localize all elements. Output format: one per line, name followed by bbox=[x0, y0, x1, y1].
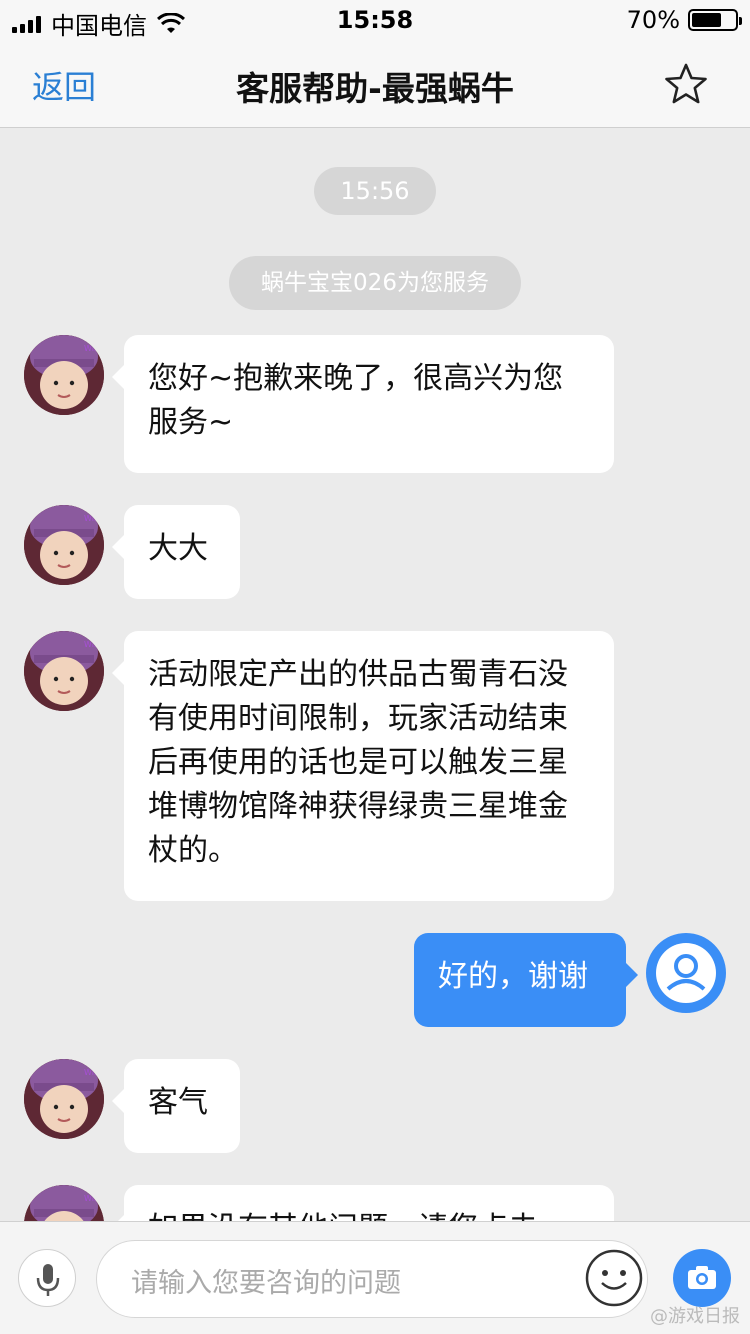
voice-button[interactable] bbox=[18, 1249, 76, 1307]
agent-avatar[interactable]: Wink bbox=[24, 1185, 104, 1221]
svg-text:Wink: Wink bbox=[84, 1068, 104, 1077]
message-text: 客气 bbox=[148, 1085, 208, 1120]
agent-message-bubble: 您好~抱歉来晚了，很高兴为您服务~ bbox=[112, 335, 614, 473]
agent-message-bubble: 客气 bbox=[112, 1059, 240, 1153]
agent-message-bubble: 大大 bbox=[112, 505, 240, 599]
star-outline-icon[interactable] bbox=[664, 62, 708, 106]
agent-avatar[interactable]: Wink bbox=[24, 631, 104, 711]
camera-button[interactable] bbox=[673, 1249, 731, 1307]
page-title: 客服帮助-最强蜗牛 bbox=[236, 69, 514, 108]
battery-icon bbox=[688, 9, 742, 31]
message-text: 您好~抱歉来晚了，很高兴为您服务~ bbox=[148, 361, 564, 440]
microphone-icon bbox=[36, 1264, 60, 1296]
battery-percent: 70% bbox=[626, 6, 680, 34]
timestamp-pill: 15:56 bbox=[314, 167, 436, 215]
svg-text:Wink: Wink bbox=[84, 514, 104, 523]
message-text: 好的，谢谢 bbox=[438, 959, 588, 994]
status-bar: 中国电信 15:58 70% bbox=[0, 0, 750, 40]
user-message-bubble: 好的，谢谢 bbox=[414, 933, 638, 1027]
watermark: @游戏日报 bbox=[650, 1306, 740, 1327]
chat-area[interactable]: 15:56 蜗牛宝宝026为您服务 Wink 您好~抱歉来晚了，很高兴为您服务~… bbox=[0, 129, 750, 1221]
input-bar: 请输入您要咨询的问题 @游戏日报 bbox=[0, 1221, 750, 1334]
emoji-icon[interactable] bbox=[584, 1248, 644, 1308]
input-placeholder: 请输入您要咨询的问题 bbox=[131, 1268, 401, 1299]
message-text: 如果没有其他问题，请您点击 bbox=[148, 1211, 538, 1221]
camera-icon bbox=[688, 1266, 716, 1289]
user-icon bbox=[649, 936, 723, 1010]
svg-text:Wink: Wink bbox=[84, 344, 104, 353]
message-text: 大大 bbox=[148, 531, 208, 566]
agent-message-bubble: 活动限定产出的供品古蜀青石没有使用时间限制，玩家活动结束后再使用的话也是可以触发… bbox=[112, 631, 614, 901]
message-input[interactable]: 请输入您要咨询的问题 bbox=[96, 1240, 648, 1318]
user-avatar[interactable] bbox=[646, 933, 726, 1013]
agent-avatar[interactable]: Wink bbox=[24, 335, 104, 415]
agent-avatar[interactable]: Wink bbox=[24, 1059, 104, 1139]
back-button[interactable]: 返回 bbox=[32, 62, 96, 108]
nav-bar: 返回 客服帮助-最强蜗牛 bbox=[0, 40, 750, 128]
system-notice: 蜗牛宝宝026为您服务 bbox=[229, 256, 521, 310]
battery-fill bbox=[692, 13, 722, 27]
agent-message-bubble: 如果没有其他问题，请您点击 bbox=[112, 1185, 614, 1221]
message-text: 活动限定产出的供品古蜀青石没有使用时间限制，玩家活动结束后再使用的话也是可以触发… bbox=[148, 657, 568, 868]
svg-text:Wink: Wink bbox=[84, 640, 104, 649]
svg-text:Wink: Wink bbox=[84, 1194, 104, 1203]
agent-avatar[interactable]: Wink bbox=[24, 505, 104, 585]
